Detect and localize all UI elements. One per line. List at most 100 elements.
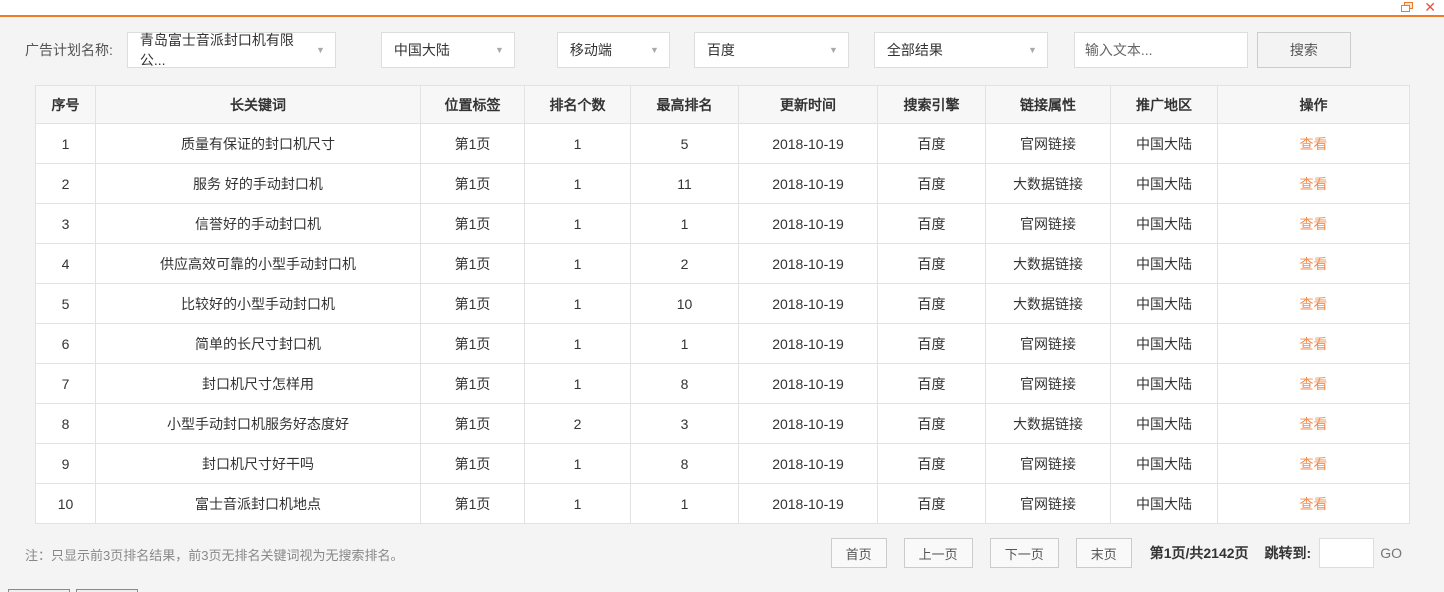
search-button[interactable]: 搜索 [1256,32,1351,68]
cell-page: 第1页 [420,243,525,284]
cell-no: 10 [35,483,96,524]
col-header-link-type: 链接属性 [985,85,1111,124]
last-page-button[interactable]: 末页 [1075,538,1132,568]
cell-region: 中国大陆 [1110,443,1218,484]
cell-action: 查看 [1217,443,1410,484]
cell-link_type: 官网链接 [985,443,1111,484]
cell-count: 1 [524,483,631,524]
cell-keyword: 信誉好的手动封口机 [95,203,421,244]
cell-action: 查看 [1217,403,1410,444]
cell-action: 查看 [1217,283,1410,324]
campaign-select[interactable]: 青岛富士音派封口机有限公... ▼ [126,32,336,68]
cell-no: 9 [35,443,96,484]
result-type-select[interactable]: 全部结果 ▼ [873,32,1048,68]
engine-select-value: 百度 [706,42,735,58]
cell-count: 1 [524,243,631,284]
close-icon[interactable]: ✕ [1424,0,1436,14]
device-select[interactable]: 移动端 ▼ [556,32,670,68]
pagination: 首页 上一页 下一页 末页 第1页/共2142页 跳转到: GO [830,538,1402,568]
cell-region: 中国大陆 [1110,483,1218,524]
cell-no: 6 [35,323,96,364]
view-link[interactable]: 查看 [1300,496,1328,512]
cell-best: 8 [630,443,739,484]
col-header-index: 序号 [35,85,96,124]
keywords-table: 序号 长关键词 位置标签 排名个数 最高排名 更新时间 搜索引擎 链接属性 推广… [35,85,1410,524]
jump-page-input[interactable] [1319,538,1375,568]
cell-engine: 百度 [877,283,986,324]
cell-page: 第1页 [420,403,525,444]
table-row: 7 封口机尺寸怎样用 第1页 1 8 2018-10-19 百度 官网链接 中国大陆 查看 [35,363,1410,404]
cell-updated: 2018-10-19 [738,403,878,444]
col-header-rank-count: 排名个数 [524,85,631,124]
cell-page: 第1页 [420,123,525,164]
chevron-down-icon: ▼ [494,45,504,55]
view-link[interactable]: 查看 [1300,176,1328,192]
next-page-button[interactable]: 下一页 [989,538,1059,568]
window-titlebar: ✕ [0,0,1444,15]
cell-engine: 百度 [877,403,986,444]
campaign-label: 广告计划名称: [25,42,113,58]
cell-updated: 2018-10-19 [738,443,878,484]
table-row: 5 比较好的小型手动封口机 第1页 1 10 2018-10-19 百度 大数据链接 中国大陆 查… [35,283,1410,324]
cell-count: 1 [524,323,631,364]
table-row: 3 信誉好的手动封口机 第1页 1 1 2018-10-19 百度 官网链接 中国大陆 查看 [35,203,1410,244]
view-link[interactable]: 查看 [1300,456,1328,472]
prev-page-button[interactable]: 上一页 [903,538,973,568]
cell-best: 1 [630,483,739,524]
cell-engine: 百度 [877,203,986,244]
table-row: 10 富士音派封口机地点 第1页 1 1 2018-10-19 百度 官网链接 中国大陆 查看 [35,483,1410,524]
table-header-row: 序号 长关键词 位置标签 排名个数 最高排名 更新时间 搜索引擎 链接属性 推广… [35,85,1410,124]
cell-count: 1 [524,443,631,484]
view-link[interactable]: 查看 [1300,416,1328,432]
cell-best: 11 [630,163,739,204]
restore-window-icon[interactable] [1401,1,1414,13]
table-row: 8 小型手动封口机服务好态度好 第1页 2 3 2018-10-19 百度 大数据链接 中国大陆… [35,403,1410,444]
cell-count: 1 [524,203,631,244]
cell-updated: 2018-10-19 [738,483,878,524]
cell-page: 第1页 [420,283,525,324]
cell-keyword: 服务 好的手动封口机 [95,163,421,204]
cell-engine: 百度 [877,443,986,484]
view-link[interactable]: 查看 [1300,216,1328,232]
cell-no: 5 [35,283,96,324]
cell-region: 中国大陆 [1110,163,1218,204]
cell-no: 1 [35,123,96,164]
cell-no: 2 [35,163,96,204]
go-button[interactable]: GO [1380,545,1402,561]
view-link[interactable]: 查看 [1300,256,1328,272]
table-row: 4 供应高效可靠的小型手动封口机 第1页 1 2 2018-10-19 百度 大数据链接 中国大… [35,243,1410,284]
cell-best: 5 [630,123,739,164]
cell-updated: 2018-10-19 [738,123,878,164]
table-row: 9 封口机尺寸好干吗 第1页 1 8 2018-10-19 百度 官网链接 中国大陆 查看 [35,443,1410,484]
col-header-action: 操作 [1217,85,1410,124]
cell-action: 查看 [1217,363,1410,404]
view-link[interactable]: 查看 [1300,376,1328,392]
region-select[interactable]: 中国大陆 ▼ [380,32,515,68]
table-row: 2 服务 好的手动封口机 第1页 1 11 2018-10-19 百度 大数据链接 中国大陆 查看 [35,163,1410,204]
search-input[interactable] [1073,32,1248,68]
view-link[interactable]: 查看 [1300,136,1328,152]
cell-keyword: 小型手动封口机服务好态度好 [95,403,421,444]
cell-no: 7 [35,363,96,404]
cell-engine: 百度 [877,243,986,284]
page-info: 第1页/共2142页 [1149,545,1249,561]
cell-keyword: 富士音派封口机地点 [95,483,421,524]
cell-engine: 百度 [877,363,986,404]
cell-keyword: 简单的长尺寸封口机 [95,323,421,364]
cell-link_type: 官网链接 [985,203,1111,244]
cell-no: 4 [35,243,96,284]
cell-page: 第1页 [420,203,525,244]
cell-region: 中国大陆 [1110,123,1218,164]
first-page-button[interactable]: 首页 [830,538,887,568]
cell-best: 8 [630,363,739,404]
cell-count: 1 [524,283,631,324]
jump-label: 跳转到: [1264,545,1312,561]
cell-updated: 2018-10-19 [738,363,878,404]
view-link[interactable]: 查看 [1300,336,1328,352]
footer-note: 注：只显示前3页排名结果，前3页无排名关键词视为无搜索排名。 [25,548,404,563]
cell-page: 第1页 [420,163,525,204]
cell-engine: 百度 [877,123,986,164]
view-link[interactable]: 查看 [1300,296,1328,312]
cell-action: 查看 [1217,483,1410,524]
engine-select[interactable]: 百度 ▼ [693,32,849,68]
